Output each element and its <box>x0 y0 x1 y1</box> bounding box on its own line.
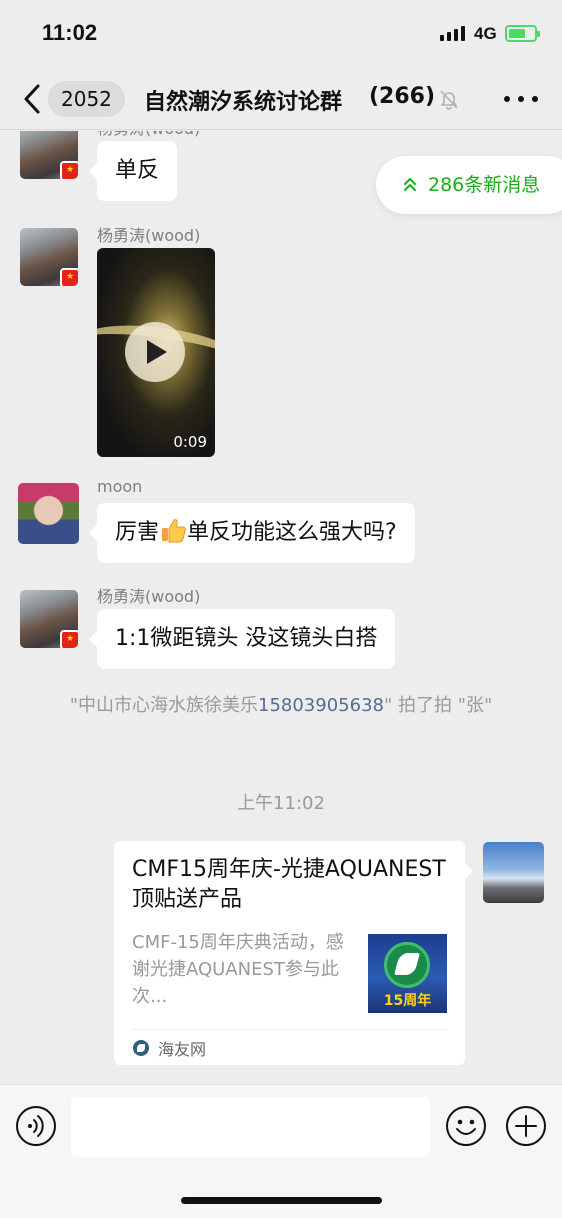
avatar[interactable]: ★ <box>20 590 78 648</box>
chat-title[interactable]: 自然潮汐系统讨论群 <box>144 84 358 116</box>
emoji-button[interactable] <box>445 1105 487 1147</box>
message-bubble[interactable]: 单反 <box>88 141 178 201</box>
link-card[interactable]: CMF15周年庆-光捷AQUANEST顶贴送产品 CMF-15周年庆典活动，感谢… <box>114 841 473 1065</box>
source-logo-icon <box>133 1040 149 1056</box>
home-indicator[interactable] <box>181 1197 382 1204</box>
video-message[interactable]: 0:09 <box>97 248 215 457</box>
new-messages-label: 286条新消息 <box>428 174 541 196</box>
dot-icon <box>504 96 510 102</box>
video-duration: 0:09 <box>173 433 207 451</box>
thumbs-up-emoji-icon <box>162 519 186 543</box>
link-card-description: CMF-15周年庆典活动，感谢光捷AQUANEST参与此次... <box>132 932 344 1007</box>
more-functions-button[interactable] <box>505 1105 547 1147</box>
my-avatar[interactable] <box>483 842 544 903</box>
play-icon <box>147 340 167 364</box>
status-time: 11:02 <box>42 20 98 45</box>
smiley-icon <box>446 1106 486 1146</box>
sender-name: 杨勇涛(wood) <box>97 226 201 245</box>
new-messages-button[interactable]: 286条新消息 <box>376 156 562 214</box>
status-bar: 11:02 4G <box>0 0 562 70</box>
battery-icon <box>505 25 540 42</box>
unread-count-badge[interactable]: 2052 <box>48 81 125 117</box>
phone-link[interactable]: 15803905638 <box>258 695 384 716</box>
network-label: 4G <box>474 24 497 43</box>
link-card-thumbnail: 15周年 <box>368 934 447 1013</box>
chat-header: 2052 自然潮汐系统讨论群 (266) <box>0 70 562 130</box>
back-button[interactable] <box>18 82 48 116</box>
member-count: (266) <box>369 84 436 109</box>
message-bubble[interactable]: 1:1微距镜头 没这镜头白搭 <box>88 609 396 669</box>
voice-icon <box>16 1106 56 1146</box>
mute-bell-icon <box>438 88 460 110</box>
message-list[interactable]: ★ 杨勇涛(wood) 单反 286条新消息 ★ 杨勇涛(wood) 0:09 … <box>0 131 562 1084</box>
pat-notice: "中山市心海水族徐美乐15803905638" 拍了拍 "张" <box>40 693 522 718</box>
pat-notice-prefix: "中山市心海水族徐美乐 <box>69 695 258 716</box>
chevron-left-icon <box>24 84 40 114</box>
time-divider: 上午11:02 <box>237 793 325 814</box>
divider <box>132 1029 447 1030</box>
sender-name: 杨勇涛(wood) <box>97 587 201 606</box>
thumbnail-text: 15周年 <box>383 993 432 1009</box>
sender-name: 杨勇涛(wood) <box>97 131 200 139</box>
avatar[interactable]: ★ <box>20 228 78 286</box>
china-flag-icon: ★ <box>60 630 78 648</box>
message-text: 单反功能这么强大吗? <box>187 520 397 545</box>
double-chevron-up-icon <box>404 178 416 191</box>
message-input[interactable] <box>71 1097 430 1157</box>
signal-icon <box>440 26 465 41</box>
link-card-title: CMF15周年庆-光捷AQUANEST顶贴送产品 <box>132 857 446 912</box>
message-text: 厉害 <box>115 520 160 545</box>
play-button[interactable] <box>125 322 185 382</box>
plus-icon <box>506 1106 546 1146</box>
china-flag-icon: ★ <box>60 268 78 286</box>
avatar[interactable] <box>18 483 79 544</box>
dot-icon <box>518 96 524 102</box>
china-flag-icon: ★ <box>60 161 78 179</box>
avatar[interactable]: ★ <box>20 131 78 179</box>
sender-name: moon <box>97 477 143 496</box>
battery-fill <box>509 29 525 38</box>
message-bubble[interactable]: 厉害 单反功能这么强大吗? <box>89 503 415 563</box>
more-options-button[interactable] <box>504 87 538 111</box>
fish-logo-icon <box>384 942 430 988</box>
voice-input-button[interactable] <box>15 1105 57 1147</box>
dot-icon <box>532 96 538 102</box>
pat-notice-suffix: " 拍了拍 "张" <box>383 695 493 716</box>
link-card-source: 海友网 <box>158 1040 207 1059</box>
